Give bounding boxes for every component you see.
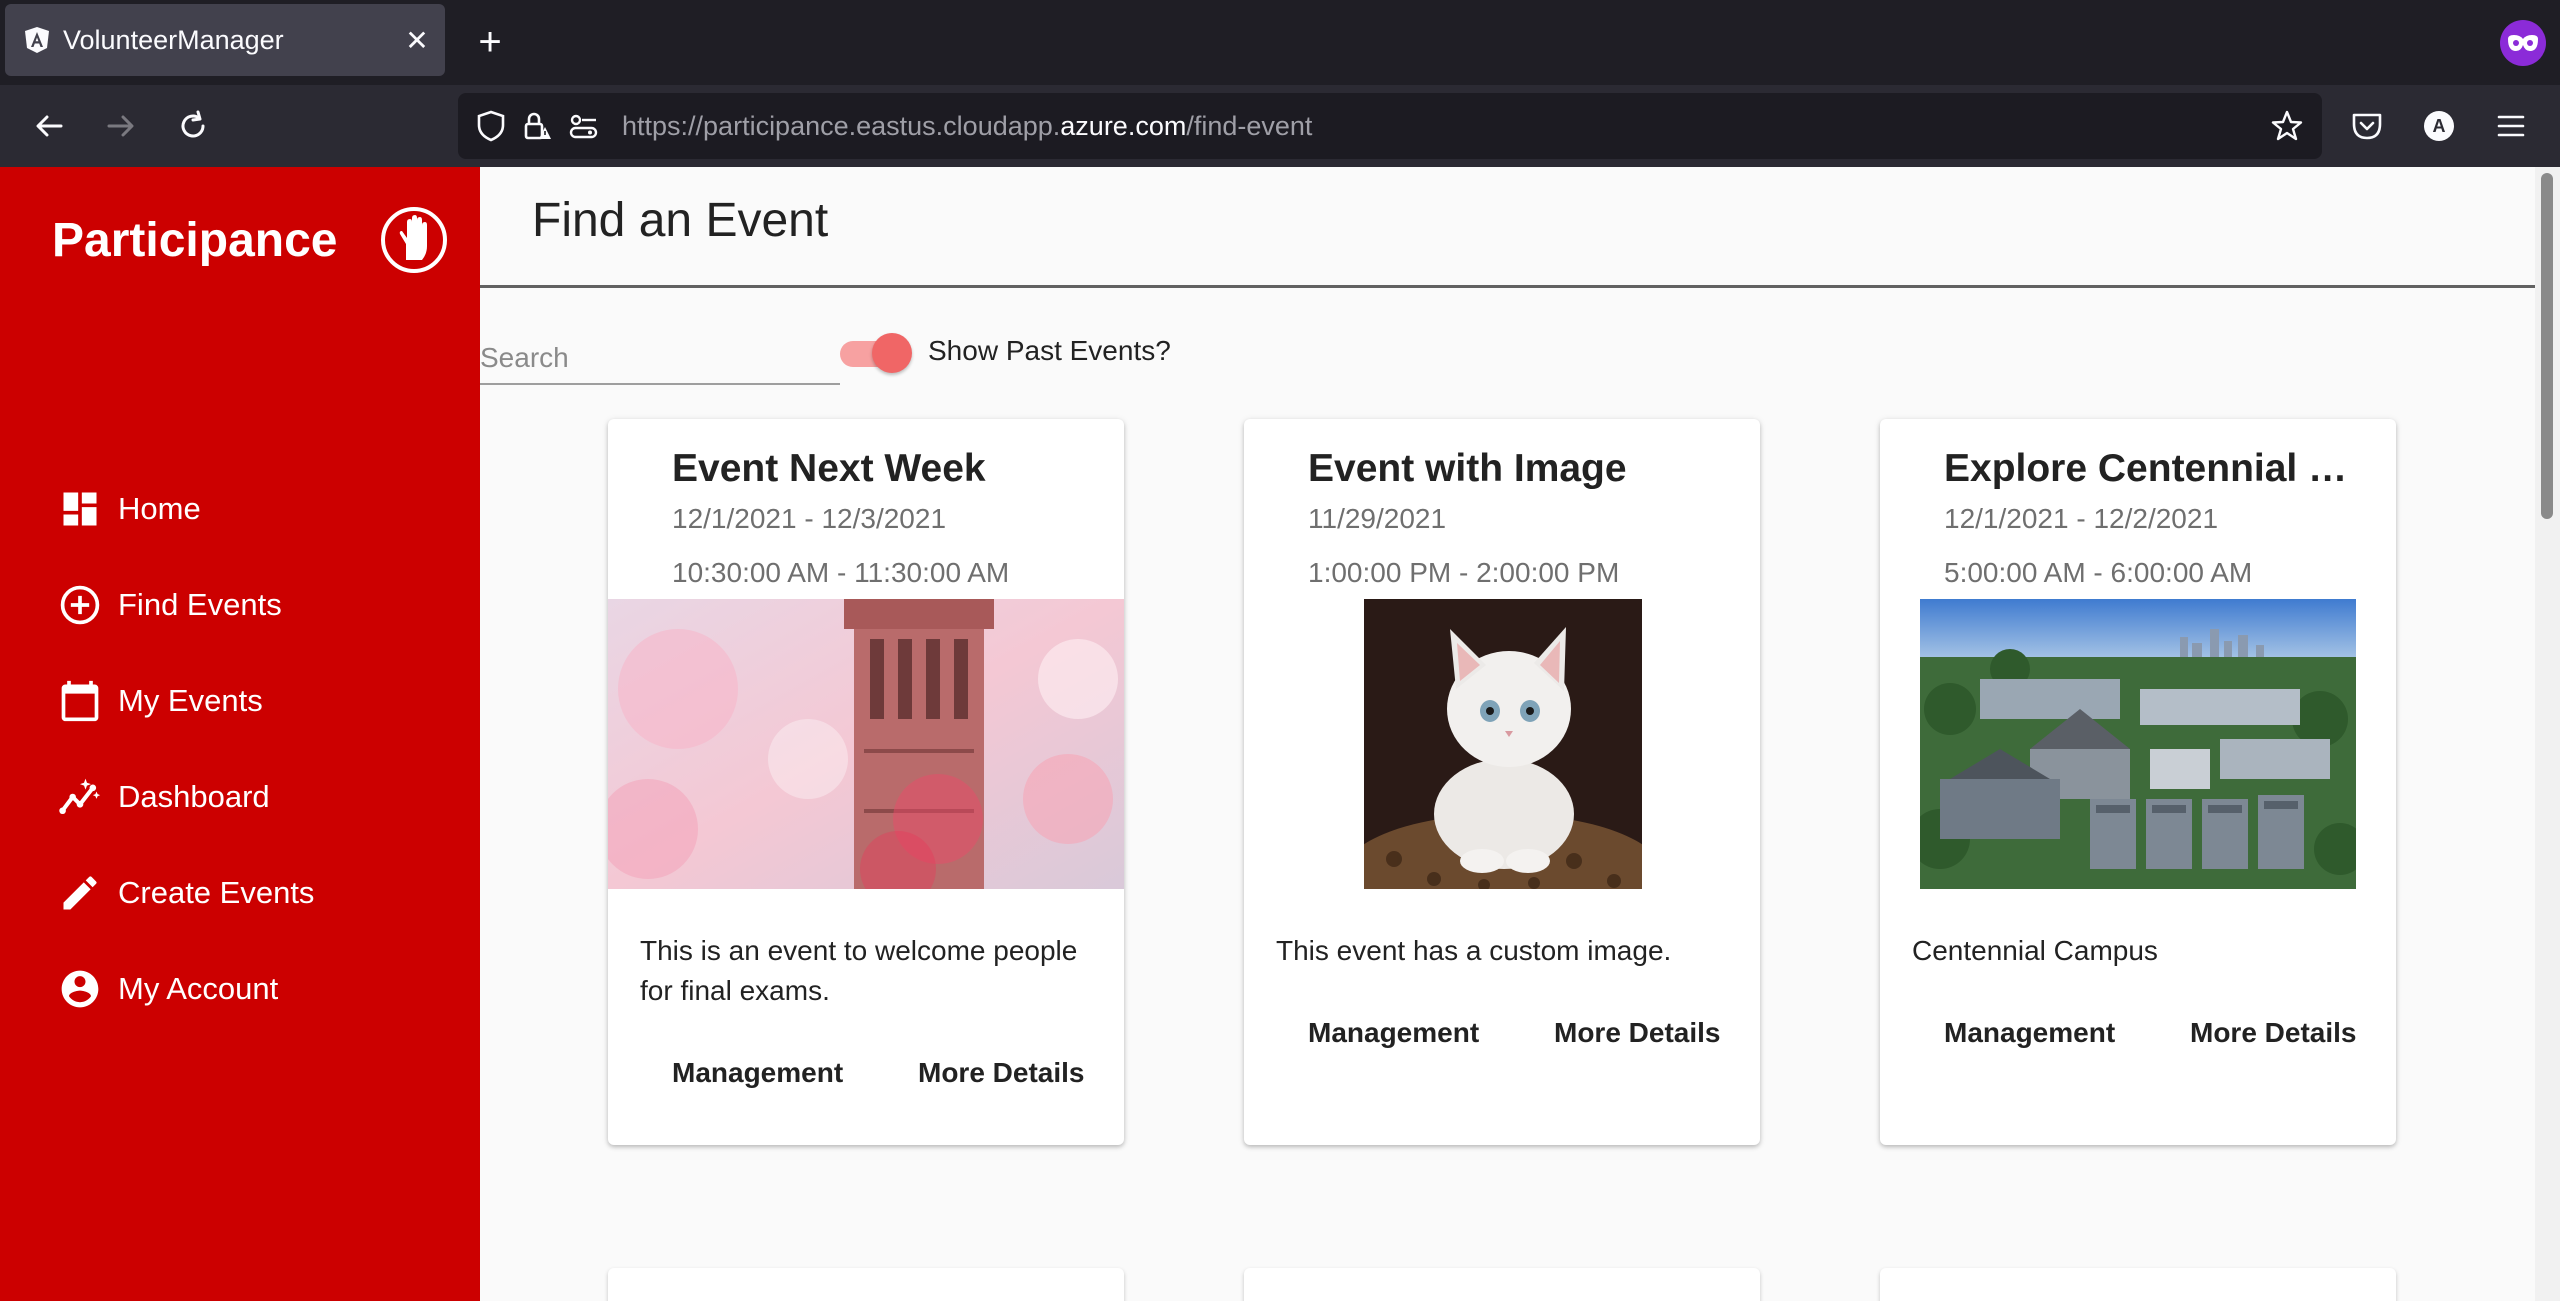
management-button[interactable]: Management (672, 1057, 843, 1089)
event-card: Event with Image 11/29/2021 1:00:00 PM -… (1244, 419, 1760, 1145)
hamburger-menu-icon[interactable] (2488, 103, 2534, 149)
address-bar[interactable]: https://participance.eastus.cloudapp.azu… (458, 93, 2322, 159)
title-divider (480, 285, 2535, 288)
sidebar-item-create-events[interactable]: Create Events (58, 863, 314, 923)
tab-close-icon[interactable]: ✕ (397, 24, 437, 57)
event-title: Event with Image (1308, 447, 1627, 490)
event-card-partial (1880, 1268, 2396, 1301)
pencil-icon (63, 876, 97, 910)
management-button[interactable]: Management (1308, 1017, 1479, 1049)
account-circle-icon (61, 970, 99, 1008)
event-card: Event Next Week 12/1/2021 - 12/3/2021 10… (608, 419, 1124, 1145)
more-details-button[interactable]: More Details (2190, 1017, 2357, 1049)
insecure-lock-icon[interactable] (520, 109, 554, 143)
dashboard-icon (63, 492, 97, 526)
event-card: Explore Centennial Campus 12/1/2021 - 12… (1880, 419, 2396, 1145)
sidebar-item-dashboard[interactable]: Dashboard (58, 767, 270, 827)
search-field[interactable] (480, 333, 840, 385)
campus-aerial-photo (1910, 599, 2366, 889)
add-circle-icon (60, 585, 100, 625)
permissions-icon[interactable] (566, 109, 600, 143)
shield-icon[interactable] (474, 109, 508, 143)
toggle-thumb[interactable] (872, 333, 912, 373)
back-arrow-icon (36, 115, 63, 137)
event-description: Centennial Campus (1912, 935, 2158, 966)
raised-hand-logo-icon (381, 207, 448, 273)
svg-text:A: A (2433, 116, 2446, 136)
browser-tab-bar: VolunteerManager ✕ + (0, 0, 2560, 85)
reload-button[interactable] (168, 101, 218, 151)
sidebar-item-my-events[interactable]: My Events (58, 671, 263, 731)
event-date: 11/29/2021 (1308, 503, 1447, 534)
account-avatar-icon[interactable]: A (2416, 103, 2462, 149)
sidebar-item-label: Home (118, 491, 201, 526)
brand[interactable]: Participance (52, 207, 448, 273)
event-time: 1:00:00 PM - 2:00:00 PM (1308, 557, 1620, 588)
more-details-button[interactable]: More Details (918, 1057, 1085, 1089)
sidebar-item-home[interactable]: Home (58, 479, 201, 539)
angular-icon (23, 26, 51, 54)
event-description: This event has a custom image. (1276, 935, 1672, 966)
new-tab-button[interactable]: + (470, 22, 510, 62)
event-card-partial (1244, 1268, 1760, 1301)
toggle-label: Show Past Events? (928, 335, 1171, 366)
brand-name: Participance (52, 213, 338, 267)
main-content: Find an Event Show Past Events? Event Ne… (480, 167, 2535, 1301)
page-scrollbar[interactable] (2535, 167, 2560, 1301)
event-date: 12/1/2021 - 12/3/2021 (672, 503, 947, 534)
forward-arrow-icon (107, 115, 134, 137)
sidebar-item-label: My Account (118, 971, 279, 1006)
sidebar: Participance Home Find Events My Events … (0, 167, 480, 1301)
tab-title: VolunteerManager (63, 24, 284, 55)
private-browsing-icon (2500, 20, 2546, 66)
sidebar-item-label: Create Events (118, 875, 315, 910)
insights-icon (59, 778, 101, 815)
pocket-icon[interactable] (2344, 103, 2390, 149)
more-details-button[interactable]: More Details (1554, 1017, 1721, 1049)
bookmark-star-icon[interactable] (2268, 107, 2306, 145)
back-button[interactable] (24, 101, 74, 151)
event-date: 12/1/2021 - 12/2/2021 (1944, 503, 2219, 534)
event-time: 10:30:00 AM - 11:30:00 AM (672, 557, 1010, 588)
event-title: Event Next Week (672, 447, 986, 490)
event-time: 5:00:00 AM - 6:00:00 AM (1944, 557, 2253, 588)
show-past-events-toggle[interactable] (840, 333, 920, 373)
event-title: Explore Centennial Campus (1944, 447, 2364, 490)
reload-icon (181, 110, 205, 138)
browser-nav-bar: https://participance.eastus.cloudapp.azu… (0, 85, 2560, 167)
scrollbar-thumb[interactable] (2541, 173, 2553, 519)
forward-button[interactable] (96, 101, 146, 151)
sidebar-item-my-account[interactable]: My Account (58, 959, 278, 1019)
url-text[interactable]: https://participance.eastus.cloudapp.azu… (622, 111, 1312, 142)
sidebar-item-label: My Events (118, 683, 263, 718)
page-title: Find an Event (532, 194, 829, 247)
kitten-photo (1343, 599, 1663, 934)
sidebar-item-label: Find Events (118, 587, 282, 622)
management-button[interactable]: Management (1944, 1017, 2115, 1049)
search-input[interactable] (480, 333, 840, 383)
event-description: This is an event to welcome people for f… (640, 935, 1078, 1006)
browser-tab[interactable]: VolunteerManager ✕ (5, 4, 445, 76)
sidebar-item-label: Dashboard (118, 779, 270, 814)
calendar-icon (61, 680, 99, 722)
event-card-partial (608, 1268, 1124, 1301)
bell-tower-photo (608, 599, 1124, 907)
sidebar-item-find-events[interactable]: Find Events (58, 575, 282, 635)
